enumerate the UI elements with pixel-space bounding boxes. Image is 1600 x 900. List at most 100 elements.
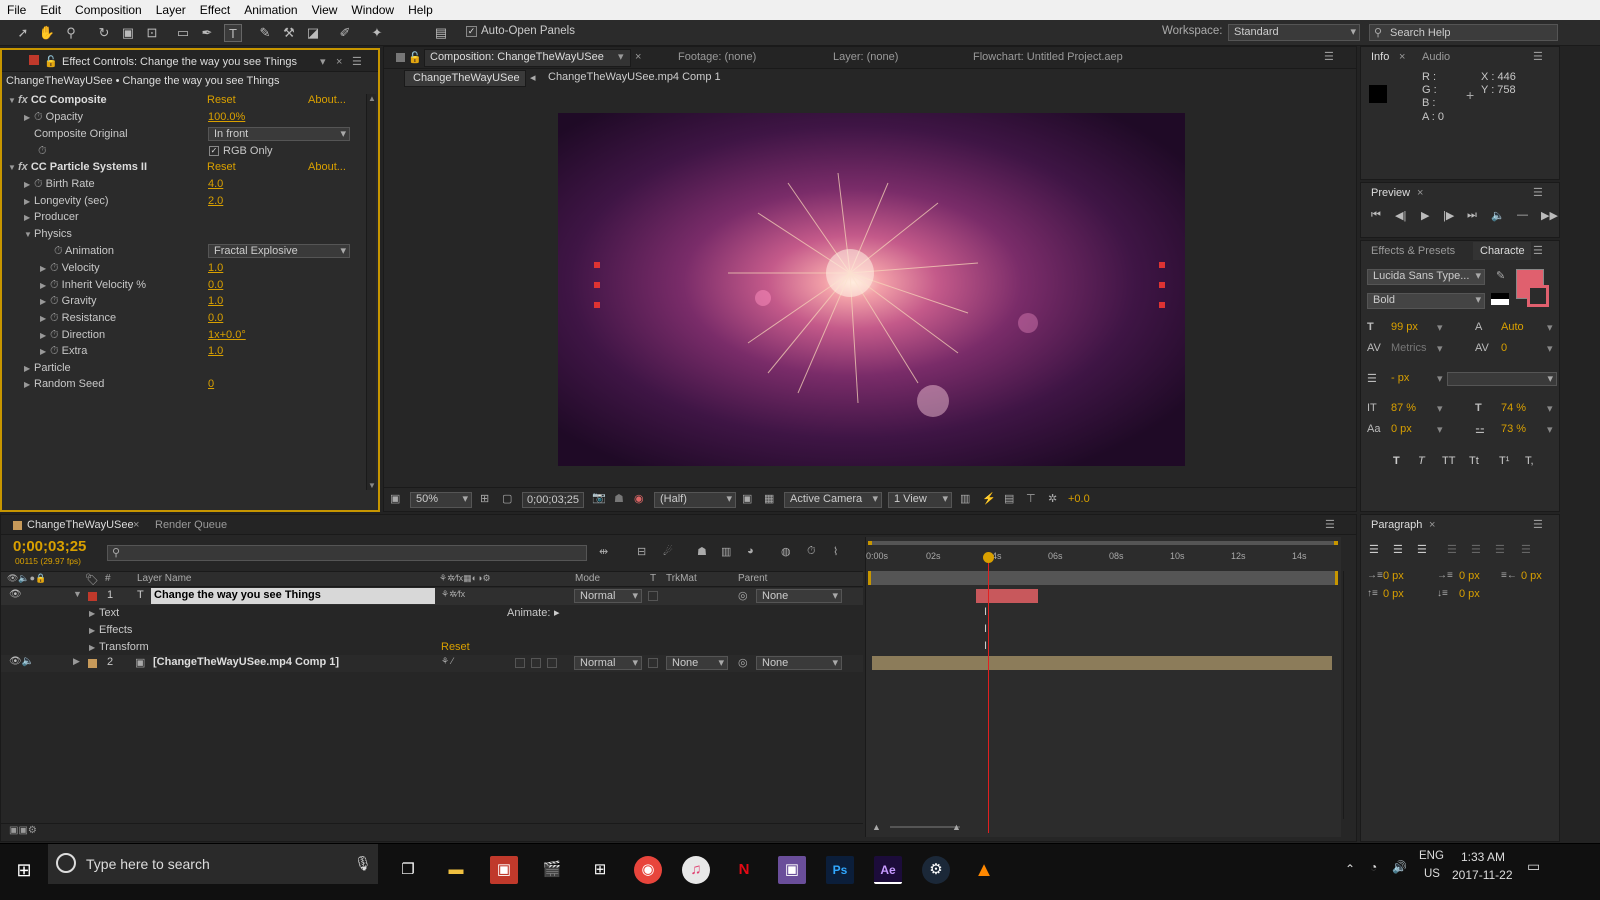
- eraser-tool-icon[interactable]: ◪: [304, 24, 322, 42]
- layer-switches-icon[interactable]: ⚘ ⁄: [441, 656, 453, 667]
- grid-icon[interactable]: ⊞: [480, 492, 489, 505]
- indent-right-value[interactable]: 0 px: [1521, 570, 1542, 582]
- prop-particle[interactable]: ▶ Particle: [24, 360, 71, 377]
- panel-menu-icon[interactable]: ☰: [352, 52, 362, 72]
- action-center-icon[interactable]: ▭: [1527, 858, 1540, 875]
- faux-bold-button[interactable]: T: [1393, 455, 1400, 467]
- stopwatch-icon[interactable]: ⏱: [50, 279, 59, 291]
- search-help-input[interactable]: ⚲ Search Help: [1369, 24, 1558, 41]
- audio-icon[interactable]: 🔈: [1491, 209, 1505, 222]
- photoshop-icon[interactable]: Ps: [826, 856, 854, 884]
- menu-view[interactable]: View: [305, 3, 345, 17]
- stopwatch-icon[interactable]: ⏱: [38, 143, 47, 160]
- vlc-icon[interactable]: ▲: [970, 856, 998, 884]
- expand-arrow-icon[interactable]: ▶: [73, 656, 80, 667]
- mode-select-1[interactable]: Normal: [574, 589, 642, 603]
- menu-help[interactable]: Help: [401, 3, 440, 17]
- stopwatch-icon[interactable]: ⏱: [50, 329, 59, 341]
- text-bounds-handle[interactable]: [1159, 262, 1165, 268]
- timeline-comp-tab[interactable]: ChangeTheWayUSee: [27, 515, 134, 535]
- netflix-icon[interactable]: N: [730, 856, 758, 884]
- audio-tab[interactable]: Audio: [1422, 47, 1450, 67]
- exposure-reset-icon[interactable]: ✲: [1048, 492, 1057, 505]
- panel-menu-icon[interactable]: ☰: [1533, 183, 1543, 203]
- font-family-select[interactable]: Lucida Sans Type...: [1367, 269, 1485, 285]
- prop-physics[interactable]: ▼ Physics: [24, 226, 72, 243]
- prop-producer[interactable]: ▶ Producer: [24, 209, 79, 226]
- work-area-bar[interactable]: [868, 541, 1338, 545]
- paragraph-tab[interactable]: Paragraph: [1371, 515, 1422, 535]
- language-code[interactable]: ENG: [1419, 850, 1444, 862]
- layer-switches-icon[interactable]: ⚘✲⁄fx: [441, 589, 465, 600]
- fast-previews-icon[interactable]: ⚡: [982, 492, 996, 505]
- comp-crumb-2[interactable]: ChangeTheWayUSee.mp4 Comp 1: [548, 71, 721, 83]
- font-size-value[interactable]: 99 px: [1391, 321, 1418, 333]
- timeline-scrollbar[interactable]: [1343, 571, 1355, 819]
- exposure-value[interactable]: +0.0: [1068, 493, 1090, 505]
- brainstorm-icon[interactable]: ◍: [781, 545, 791, 558]
- menu-window[interactable]: Window: [344, 3, 401, 17]
- close-icon[interactable]: ×: [133, 515, 139, 535]
- align-center-icon[interactable]: ☰: [1393, 543, 1403, 556]
- chevron-down-icon[interactable]: ▾: [1437, 402, 1443, 415]
- font-style-select[interactable]: Bold: [1367, 293, 1485, 309]
- random-seed-value[interactable]: 0: [208, 376, 214, 393]
- pickwhip-icon[interactable]: ◎: [738, 589, 748, 602]
- text-bounds-handle[interactable]: [594, 302, 600, 308]
- close-icon[interactable]: ×: [635, 47, 641, 67]
- microsoft-store-icon[interactable]: ⊞: [586, 856, 614, 884]
- chrome-icon[interactable]: ◉: [634, 856, 662, 884]
- reset-button[interactable]: Reset: [207, 159, 236, 176]
- menu-animation[interactable]: Animation: [237, 3, 304, 17]
- timeline-zoom-slider[interactable]: [890, 826, 960, 828]
- toggle-switches-icon[interactable]: ▣▣⚙: [9, 825, 37, 836]
- preserve-transparency-toggle[interactable]: [648, 658, 658, 668]
- clapboard-icon[interactable]: 🎬: [538, 856, 566, 884]
- visibility-eye-icon[interactable]: 👁🔈: [9, 656, 34, 667]
- motion-blur-icon[interactable]: ◕: [747, 545, 754, 557]
- steam-icon[interactable]: ⚙: [922, 856, 950, 884]
- small-caps-button[interactable]: Tt: [1469, 455, 1479, 467]
- eyedropper-icon[interactable]: ✎: [1496, 269, 1505, 282]
- clone-stamp-tool-icon[interactable]: ⚒: [280, 24, 298, 42]
- chevron-down-icon[interactable]: ▾: [1437, 321, 1443, 334]
- transparency-grid-icon[interactable]: ▦: [764, 492, 774, 505]
- chevron-up-icon[interactable]: ⌃: [1345, 862, 1355, 876]
- play-icon[interactable]: ▶: [1421, 209, 1429, 222]
- zoom-out-icon[interactable]: ▲: [872, 822, 881, 832]
- layer-search-input[interactable]: ⚲: [107, 545, 587, 561]
- menu-file[interactable]: File: [0, 3, 33, 17]
- pixel-aspect-icon[interactable]: ▥: [960, 492, 970, 505]
- composite-original-select[interactable]: In front: [208, 127, 350, 141]
- justify-left-icon[interactable]: ☰: [1447, 543, 1457, 556]
- stroke-width-value[interactable]: - px: [1391, 372, 1409, 384]
- panel-menu-icon[interactable]: ☰: [1533, 47, 1543, 67]
- effect-controls-tab[interactable]: Effect Controls: Change the way you see …: [62, 52, 297, 72]
- parent-select-1[interactable]: None: [756, 589, 842, 603]
- last-frame-icon[interactable]: ⏭: [1467, 209, 1477, 222]
- frame-blending-icon[interactable]: ▥: [721, 545, 731, 558]
- file-explorer-icon[interactable]: ▬: [442, 856, 470, 884]
- store-bag-icon[interactable]: ▣: [490, 856, 518, 884]
- region-of-interest-icon[interactable]: ▣: [742, 492, 752, 505]
- kerning-value[interactable]: Metrics: [1391, 342, 1426, 354]
- microphone-icon[interactable]: 🎙: [354, 855, 372, 872]
- zoom-in-icon[interactable]: ▲: [952, 822, 961, 832]
- switch-toggle[interactable]: [515, 658, 525, 668]
- stopwatch-icon[interactable]: ⏱: [807, 545, 816, 558]
- clock-time[interactable]: 1:33 AM: [1461, 850, 1505, 864]
- windows-start-icon[interactable]: ⊞: [10, 856, 38, 884]
- animate-menu-icon[interactable]: ▸: [554, 605, 560, 622]
- col-layer-name[interactable]: Layer Name: [137, 573, 191, 584]
- comp-crumb-1[interactable]: ChangeTheWayUSee: [404, 70, 526, 87]
- hide-shy-icon[interactable]: ☗: [697, 545, 707, 558]
- composition-tab[interactable]: Composition: ChangeTheWayUSee: [430, 47, 604, 67]
- resolution-select[interactable]: (Half): [654, 492, 736, 508]
- flowchart-tab[interactable]: Flowchart: Untitled Project.aep: [973, 47, 1123, 67]
- footage-tab[interactable]: Footage: (none): [678, 47, 756, 67]
- taskbar-search-box[interactable]: Type here to search 🎙: [48, 844, 378, 884]
- about-button[interactable]: About...: [308, 159, 346, 176]
- close-icon[interactable]: ×: [1417, 183, 1423, 203]
- sub-transform[interactable]: ▶ Transform: [89, 639, 149, 656]
- volume-icon[interactable]: 🔊: [1392, 860, 1407, 874]
